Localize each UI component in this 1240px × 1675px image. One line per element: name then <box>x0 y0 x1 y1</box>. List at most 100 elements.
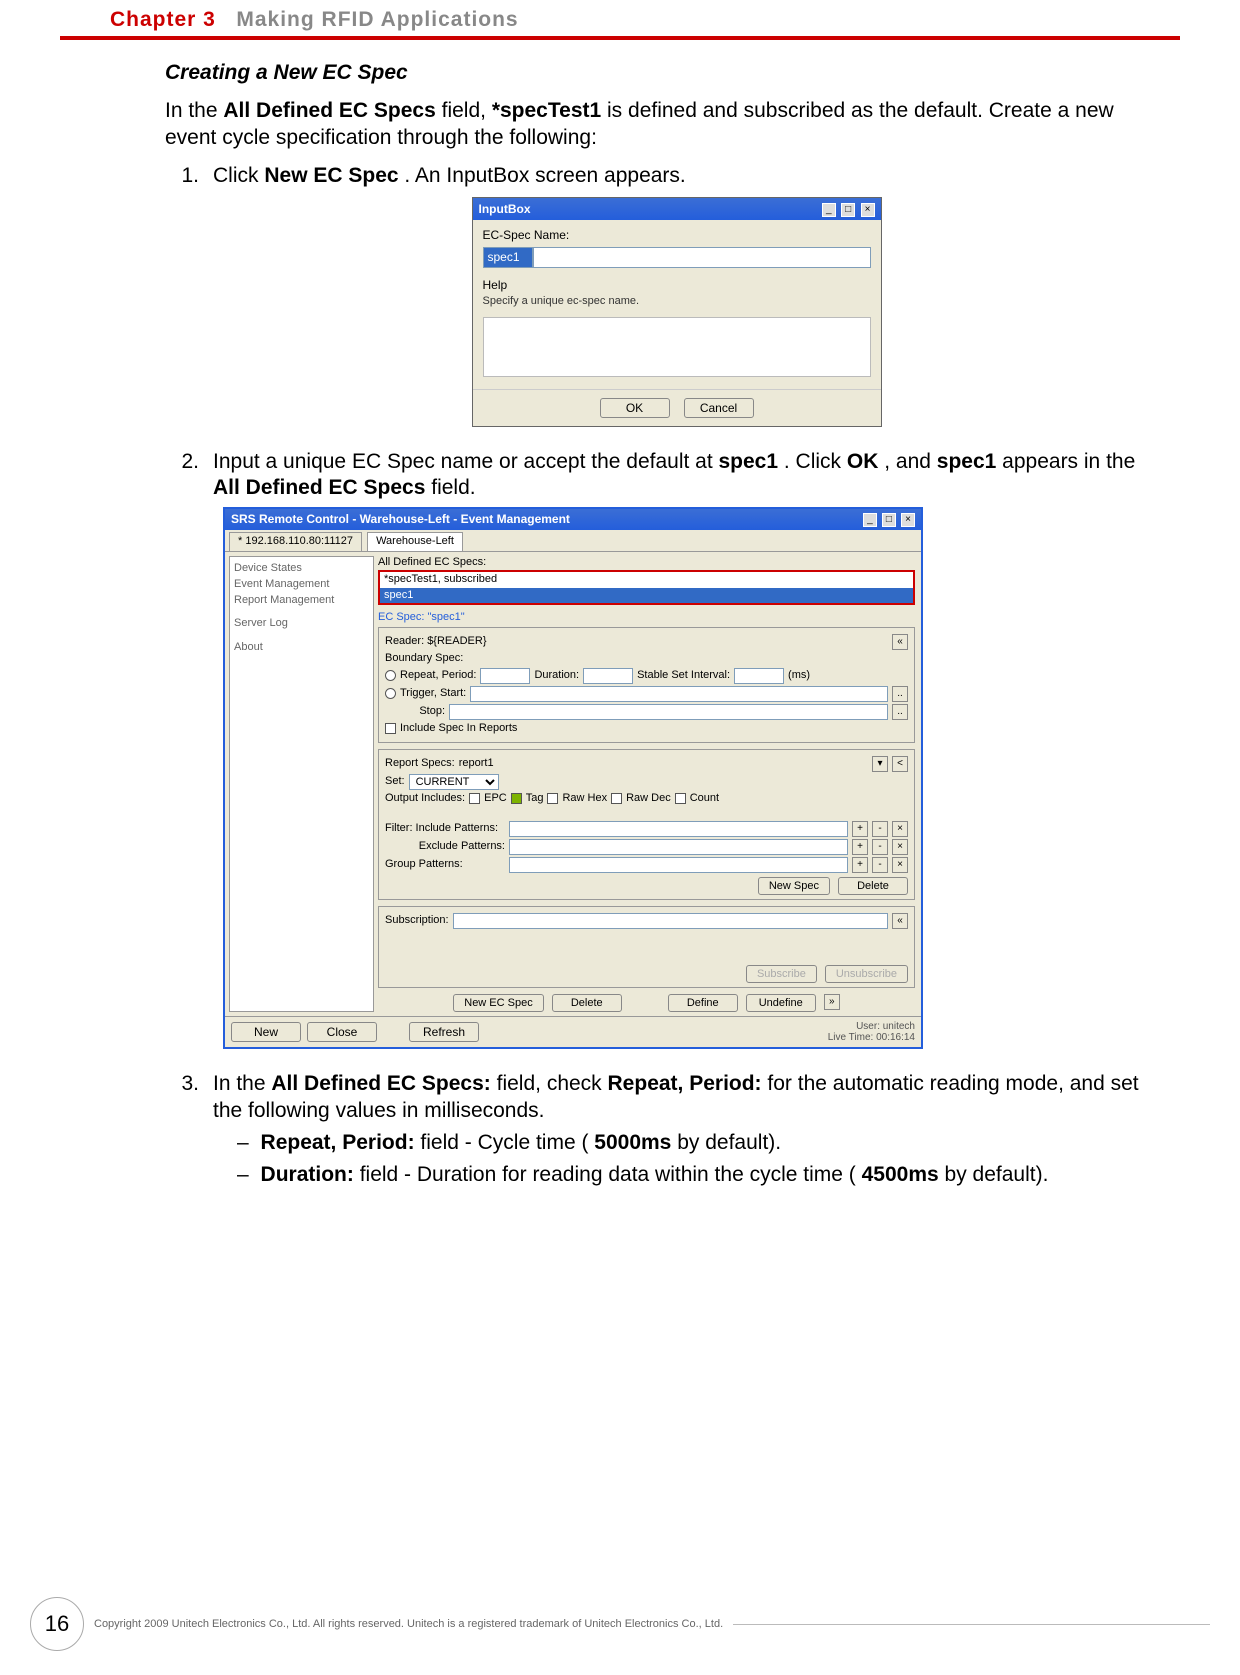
plus-icon[interactable]: + <box>852 821 868 837</box>
text: Click <box>213 164 264 187</box>
collapse-icon[interactable]: « <box>892 634 908 650</box>
text: . An InputBox screen appears. <box>404 164 685 187</box>
footer-rule <box>733 1624 1210 1625</box>
x-icon[interactable]: × <box>892 821 908 837</box>
text: In the <box>213 1072 271 1095</box>
report-specs-label: Report Specs: <box>385 757 455 771</box>
repeat-period-radio[interactable] <box>385 670 396 681</box>
stable-set-input[interactable] <box>734 668 784 684</box>
text: field, check <box>497 1072 608 1095</box>
ok-button[interactable]: OK <box>600 398 670 418</box>
exclude-label: Exclude Patterns: <box>385 840 505 854</box>
subscription-input[interactable] <box>453 913 888 929</box>
srs-nav: Device States Event Management Report Ma… <box>229 556 374 1012</box>
minus-icon[interactable]: - <box>872 857 888 873</box>
x-icon[interactable]: × <box>892 857 908 873</box>
plus-icon[interactable]: + <box>852 839 868 855</box>
report-specs-panel: Report Specs: report1 ▾ < Set: <box>378 749 915 901</box>
include-spec-checkbox[interactable] <box>385 723 396 734</box>
subscribe-button[interactable]: Subscribe <box>746 965 817 983</box>
help-textarea[interactable] <box>483 317 871 377</box>
group-input[interactable] <box>509 857 848 873</box>
inputbox-titlebar: InputBox _ □ × <box>473 198 881 220</box>
minimize-icon[interactable]: _ <box>822 203 836 217</box>
epc-checkbox[interactable] <box>469 793 480 804</box>
delete-button[interactable]: Delete <box>838 877 908 895</box>
duration-label: Duration: <box>534 669 579 683</box>
minus-icon[interactable]: - <box>872 821 888 837</box>
maximize-icon[interactable]: □ <box>841 203 855 217</box>
sub-item: – Repeat, Period: field - Cycle time ( 5… <box>237 1130 1140 1156</box>
srs-window: SRS Remote Control - Warehouse-Left - Ev… <box>223 507 923 1049</box>
tab-warehouse[interactable]: Warehouse-Left <box>367 532 463 551</box>
srs-tabs: * 192.168.110.80:11127 Warehouse-Left <box>225 530 921 552</box>
new-ec-spec-button[interactable]: New EC Spec <box>453 994 543 1012</box>
text: appears in the <box>1002 450 1135 473</box>
trigger-start-input[interactable] <box>470 686 888 702</box>
collapse-icon[interactable]: < <box>892 756 908 772</box>
new-button[interactable]: New <box>231 1022 301 1042</box>
close-button[interactable]: Close <box>307 1022 377 1042</box>
repeat-period-input[interactable] <box>480 668 530 684</box>
text: Input a unique EC Spec name or accept th… <box>213 450 719 473</box>
close-icon[interactable]: × <box>861 203 875 217</box>
plus-icon[interactable]: + <box>852 857 868 873</box>
tab-ip[interactable]: * 192.168.110.80:11127 <box>229 532 362 551</box>
minus-icon[interactable]: - <box>872 839 888 855</box>
dropdown-icon[interactable]: ▾ <box>872 756 888 772</box>
new-spec-button[interactable]: New Spec <box>758 877 830 895</box>
stop-input[interactable] <box>449 704 888 720</box>
text-bold: 4500ms <box>862 1163 939 1186</box>
set-select[interactable]: CURRENT <box>409 774 499 790</box>
undefine-button[interactable]: Undefine <box>746 994 816 1012</box>
list-item-selected[interactable]: spec1 <box>380 588 913 604</box>
trigger-start-radio[interactable] <box>385 688 396 699</box>
rawhex-checkbox[interactable] <box>547 793 558 804</box>
nav-device-states[interactable]: Device States <box>234 561 369 577</box>
all-defined-list[interactable]: *specTest1, subscribed spec1 <box>378 570 915 606</box>
more-icon[interactable]: » <box>824 994 840 1010</box>
reader-label: Reader: ${READER} <box>385 635 487 649</box>
chapter-title: Making RFID Applications <box>236 8 518 31</box>
header-rule <box>60 36 1180 40</box>
ellipsis-icon[interactable]: .. <box>892 704 908 720</box>
refresh-button[interactable]: Refresh <box>409 1022 479 1042</box>
step-1: 1. Click New EC Spec . An InputBox scree… <box>165 163 1140 441</box>
define-button[interactable]: Define <box>668 994 738 1012</box>
user-label: User: unitech <box>828 1021 915 1032</box>
nav-about[interactable]: About <box>234 640 369 656</box>
list-item[interactable]: *specTest1, subscribed <box>380 572 913 588</box>
chapter-number: Chapter 3 <box>110 8 216 31</box>
srs-title: SRS Remote Control - Warehouse-Left - Ev… <box>231 512 570 527</box>
stable-set-label: Stable Set Interval: <box>637 669 730 683</box>
ec-spec-name-input-rest[interactable] <box>533 247 871 268</box>
count-label: Count <box>690 792 719 806</box>
ellipsis-icon[interactable]: .. <box>892 686 908 702</box>
delete-button[interactable]: Delete <box>552 994 622 1012</box>
tag-checkbox[interactable] <box>511 793 522 804</box>
text-bold: All Defined EC Specs: <box>271 1072 490 1095</box>
close-icon[interactable]: × <box>901 513 915 527</box>
ec-spec-name-input[interactable]: spec1 <box>483 247 533 268</box>
unsubscribe-button[interactable]: Unsubscribe <box>825 965 908 983</box>
step-number: 3. <box>165 1071 213 1194</box>
text: . Click <box>784 450 847 473</box>
minimize-icon[interactable]: _ <box>863 513 877 527</box>
rawdec-checkbox[interactable] <box>611 793 622 804</box>
nav-server-log[interactable]: Server Log <box>234 616 369 632</box>
all-defined-label: All Defined EC Specs: <box>378 556 915 570</box>
maximize-icon[interactable]: □ <box>882 513 896 527</box>
set-label: Set: <box>385 775 405 789</box>
text: by default). <box>677 1131 781 1154</box>
collapse-icon[interactable]: « <box>892 913 908 929</box>
page-footer: 16 Copyright 2009 Unitech Electronics Co… <box>0 1597 1240 1651</box>
exclude-input[interactable] <box>509 839 848 855</box>
x-icon[interactable]: × <box>892 839 908 855</box>
text-bold: 5000ms <box>594 1131 671 1154</box>
nav-event-management[interactable]: Event Management <box>234 577 369 593</box>
cancel-button[interactable]: Cancel <box>684 398 754 418</box>
filter-include-input[interactable] <box>509 821 848 837</box>
count-checkbox[interactable] <box>675 793 686 804</box>
nav-report-management[interactable]: Report Management <box>234 593 369 609</box>
duration-input[interactable] <box>583 668 633 684</box>
